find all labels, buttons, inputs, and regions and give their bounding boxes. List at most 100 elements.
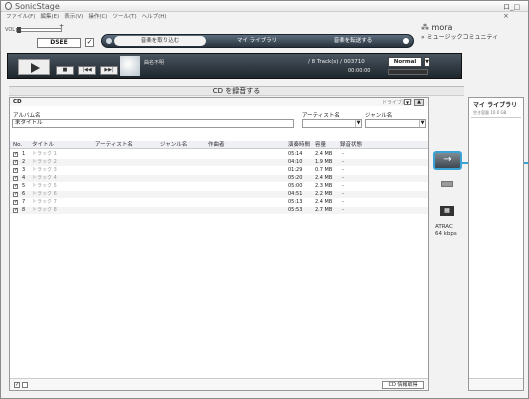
import-arrow-button[interactable]: → [433,151,462,170]
track-checkbox[interactable]: ✓ [13,160,18,165]
device-icon[interactable]: ▦ [440,206,454,216]
track-title: トラック 4 [32,175,57,181]
library-title: マイ ライブラリ [473,102,518,109]
dsee-label: DSEE [37,38,81,48]
play-mode-select[interactable]: Normal [388,57,422,67]
cd-info-button[interactable]: CD 情報取得 [382,381,424,389]
sonicstage-window: SonicStage ロ_□ × ファイル(F) 編集(E) 表示(V) 操作(… [0,0,529,399]
track-title: トラック 2 [32,159,57,165]
control-bar: VOL + DSEE ✓ 音楽を取り込む マイ ライブラリ 音楽を転送する ⁂ … [1,22,528,52]
track-size: 2.7 MB [315,207,333,213]
volume-label: VOL [5,27,16,33]
col-duration[interactable]: 演奏時間 [288,141,310,149]
tab-my-library[interactable]: マイ ライブラリ [207,35,307,47]
track-status: - [342,151,344,157]
community-link[interactable]: » ミュージックコミュニティ [421,33,528,43]
menu-tools[interactable]: ツール(T) [112,12,136,22]
dsee-checkbox[interactable]: ✓ [85,38,94,47]
track-size: 2.4 MB [315,151,333,157]
album-field[interactable]: 未タイトル [12,119,294,128]
level-meter [388,69,428,75]
player-bar: ■ |◀◀ ▶▶| 曲名不明 / 8 Track(s) / 003710 00:… [7,53,462,79]
mora-link[interactable]: ⁂ mora [421,23,452,32]
table-row[interactable]: ✓ 6 トラック 6 04:51 2.2 MB - [10,191,428,198]
play-button[interactable] [18,59,50,75]
track-checkbox[interactable]: ✓ [13,208,18,213]
track-checkbox[interactable]: ✓ [13,152,18,157]
track-time: 04:51 [288,191,303,197]
tab-transfer-music[interactable]: 音楽を転送する [308,35,398,47]
panel-footer: ✓ CD 情報取得 [10,378,428,390]
select-none-checkbox[interactable] [22,382,28,388]
prev-button[interactable]: |◀◀ [78,66,96,75]
table-row[interactable]: ✓ 5 トラック 5 05:00 2.3 MB - [10,183,428,190]
track-no: 3 [22,167,26,173]
table-row[interactable]: ✓ 2 トラック 2 04:10 1.9 MB - [10,159,428,166]
track-time: 05:53 [288,207,303,213]
table-row[interactable]: ✓ 3 トラック 3 01:29 0.7 MB - [10,167,428,174]
sonicstage-logo-icon [5,2,12,10]
play-mode-arrow-icon[interactable]: ▼ [424,57,430,67]
track-checkbox[interactable]: ✓ [13,184,18,189]
track-table-header: No. タイトル アーティスト名 ジャンル名 作曲者 演奏時間 容量 録音状態 [10,141,428,149]
col-title[interactable]: タイトル [32,141,54,149]
track-size: 1.9 MB [315,159,333,165]
track-no: 8 [22,207,26,213]
library-panel: マイ ライブラリ 空き容量 10.0 GB [468,97,524,391]
track-status: - [342,167,344,173]
album-label: アルバム名 [13,113,41,119]
track-checkbox[interactable]: ✓ [13,200,18,205]
transfer-column: → ▦ ATRAC 64 kbps [431,96,528,391]
genre-field[interactable]: ▼ [365,119,426,128]
track-counter: / 8 Track(s) / 003710 [308,59,365,65]
col-size[interactable]: 容量 [315,141,326,149]
genre-label: ジャンル名 [365,113,393,119]
track-checkbox[interactable]: ✓ [13,192,18,197]
col-status[interactable]: 録音状態 [340,141,362,149]
album-art [120,56,140,76]
table-row[interactable]: ✓ 8 トラック 8 05:53 2.7 MB - [10,207,428,214]
drive-select-arrow-icon[interactable]: ▼ [404,99,411,105]
track-no: 6 [22,191,26,197]
remove-button[interactable] [441,181,453,187]
col-genre[interactable]: ジャンル名 [160,141,187,149]
track-time: 05:14 [288,151,303,157]
mode-bar: 音楽を取り込む マイ ライブラリ 音楽を転送する [101,34,414,48]
col-artist[interactable]: アーティスト名 [95,141,133,149]
left-mode-icon [106,38,112,44]
volume-slider[interactable] [16,27,62,33]
eject-button[interactable]: ▲ [414,99,424,106]
tab-import-music[interactable]: 音楽を取り込む [114,36,206,46]
track-no: 7 [22,199,26,205]
cd-panel: CD ドライブ選択 ▼ ▲ アルバム名 未タイトル アーティスト名 ▼ ジャンル… [9,97,429,391]
artist-dropdown-icon[interactable]: ▼ [355,120,361,127]
track-status: - [342,207,344,213]
volume-knob[interactable] [17,27,21,33]
time-display: 00:00:00 [348,68,371,74]
track-title: トラック 8 [32,207,57,213]
artist-label: アーティスト名 [302,113,340,119]
track-checkbox[interactable]: ✓ [13,168,18,173]
track-title: トラック 3 [32,167,57,173]
artist-field[interactable]: ▼ [302,119,362,128]
genre-dropdown-icon[interactable]: ▼ [419,120,425,127]
select-all-checkbox[interactable]: ✓ [14,382,20,388]
track-size: 2.3 MB [315,183,333,189]
stop-button[interactable]: ■ [56,66,74,75]
menu-file[interactable]: ファイル(F) [6,12,35,22]
menu-edit[interactable]: 編集(E) [40,12,59,22]
menu-view[interactable]: 表示(V) [64,12,83,22]
menu-help[interactable]: ヘルプ(H) [142,12,167,22]
table-row[interactable]: ✓ 1 トラック 1 05:14 2.4 MB - [10,151,428,158]
table-row[interactable]: ✓ 7 トラック 7 05:13 2.4 MB - [10,199,428,206]
col-composer[interactable]: 作曲者 [208,141,225,149]
next-button[interactable]: ▶▶| [100,66,118,75]
menu-operation[interactable]: 操作(C) [88,12,107,22]
table-row[interactable]: ✓ 4 トラック 4 05:20 2.4 MB - [10,175,428,182]
col-no[interactable]: No. [13,141,22,149]
title-bar: SonicStage ロ_□ × [1,1,528,20]
format-label: ATRAC 64 kbps [435,224,457,237]
track-size: 2.4 MB [315,199,333,205]
track-checkbox[interactable]: ✓ [13,176,18,181]
track-time: 05:00 [288,183,303,189]
